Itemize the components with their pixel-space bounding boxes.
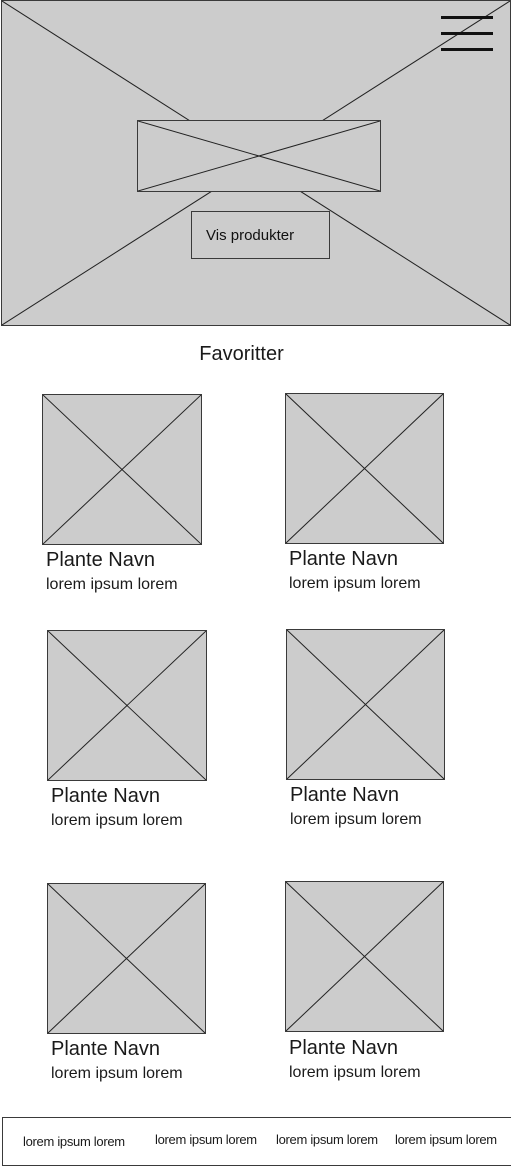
product-description: lorem ipsum lorem [289, 575, 421, 592]
product-image-placeholder[interactable] [285, 881, 444, 1032]
product-image-placeholder[interactable] [42, 394, 202, 545]
footer-link[interactable]: lorem ipsum lorem [23, 1134, 125, 1149]
footer-link[interactable]: lorem ipsum lorem [276, 1132, 378, 1147]
product-description: lorem ipsum lorem [46, 576, 178, 593]
product-description: lorem ipsum lorem [290, 811, 422, 828]
show-products-button[interactable]: Vis produkter [191, 211, 330, 259]
product-image-placeholder[interactable] [47, 883, 206, 1034]
product-description: lorem ipsum lorem [289, 1064, 421, 1081]
product-name[interactable]: Plante Navn [51, 1038, 160, 1061]
product-image-placeholder[interactable] [286, 629, 445, 780]
footer: lorem ipsum lorem lorem ipsum lorem lore… [2, 1117, 511, 1166]
product-name[interactable]: Plante Navn [289, 1037, 398, 1060]
hero-logo-placeholder [137, 120, 381, 192]
product-description: lorem ipsum lorem [51, 812, 183, 829]
product-image-placeholder[interactable] [285, 393, 444, 544]
hamburger-menu-icon[interactable] [441, 12, 495, 54]
product-name[interactable]: Plante Navn [290, 784, 399, 807]
product-name[interactable]: Plante Navn [46, 549, 155, 572]
product-description: lorem ipsum lorem [51, 1065, 183, 1082]
product-name[interactable]: Plante Navn [51, 785, 160, 808]
product-name[interactable]: Plante Navn [289, 548, 398, 571]
footer-link[interactable]: lorem ipsum lorem [395, 1132, 497, 1147]
product-image-placeholder[interactable] [47, 630, 207, 781]
footer-link[interactable]: lorem ipsum lorem [155, 1132, 257, 1147]
favorites-heading: Favoritter [199, 343, 284, 365]
